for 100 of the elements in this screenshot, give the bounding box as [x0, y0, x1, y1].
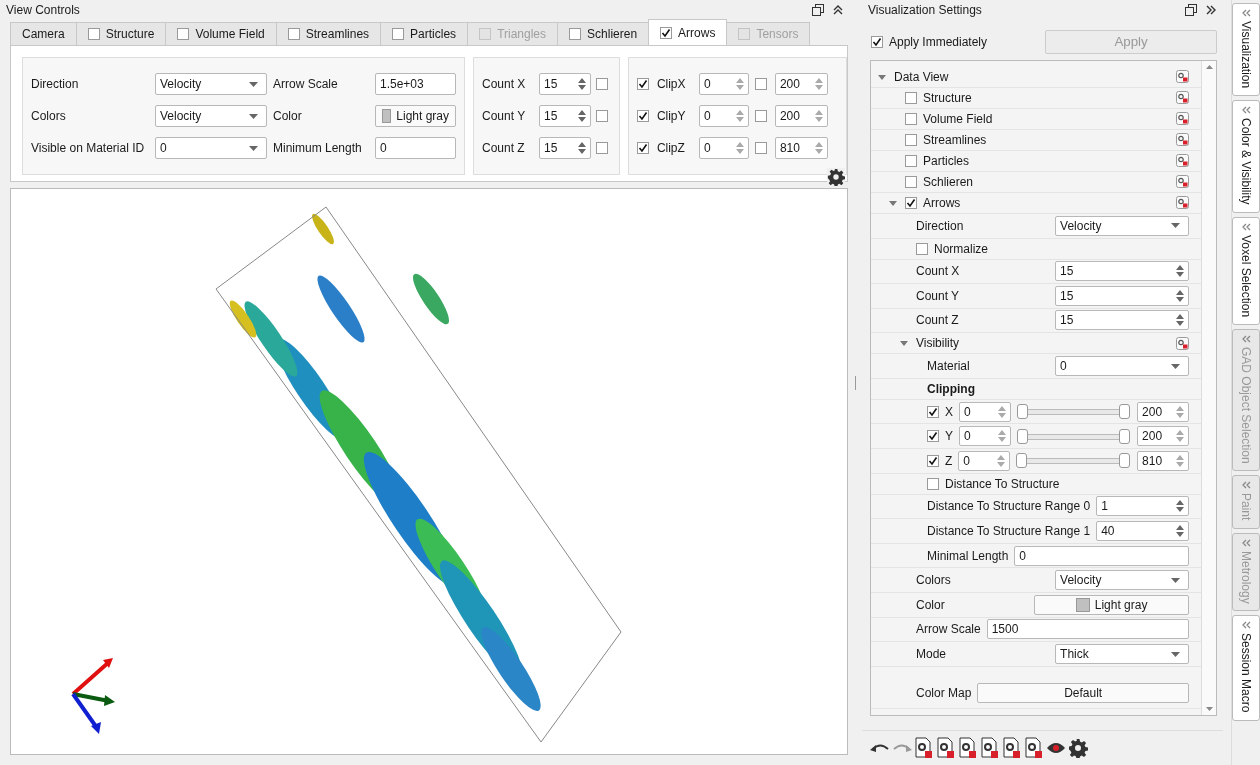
- checkbox[interactable]: [754, 110, 767, 122]
- checkbox[interactable]: [636, 142, 649, 154]
- page-badge-icon[interactable]: [1176, 70, 1190, 84]
- settings-file-icon[interactable]: [957, 737, 978, 759]
- checkbox[interactable]: [926, 477, 939, 490]
- scroll-down-icon[interactable]: [1205, 707, 1213, 711]
- dropdown[interactable]: Velocity: [155, 105, 267, 127]
- checkbox[interactable]: [904, 91, 917, 104]
- settings-icon[interactable]: [827, 168, 845, 186]
- dropdown[interactable]: Thick: [1055, 644, 1190, 664]
- side-tab[interactable]: Color & Visibility: [1232, 100, 1260, 213]
- checkbox[interactable]: [596, 110, 608, 122]
- number-field[interactable]: 15: [1055, 261, 1190, 282]
- side-tab[interactable]: Session Macro: [1232, 615, 1260, 721]
- side-tab[interactable]: Voxel Selection: [1232, 216, 1260, 325]
- eye-icon[interactable]: [1045, 741, 1066, 755]
- checkbox[interactable]: [754, 78, 767, 90]
- page-badge-icon[interactable]: [1176, 336, 1190, 350]
- spinner-icon[interactable]: [577, 108, 587, 124]
- number-field[interactable]: 15: [539, 137, 591, 159]
- number-field[interactable]: 0: [698, 73, 749, 95]
- checkbox[interactable]: [904, 154, 917, 167]
- splitter-handle[interactable]: [854, 375, 858, 390]
- settings-file-icon[interactable]: [1001, 737, 1022, 759]
- number-field[interactable]: 15: [1055, 285, 1190, 306]
- collapse-icon[interactable]: [832, 4, 844, 16]
- checkbox[interactable]: [870, 35, 883, 48]
- checkbox[interactable]: [926, 454, 939, 467]
- scroll-up-icon[interactable]: [1205, 64, 1213, 69]
- scrollbar[interactable]: [1201, 60, 1217, 715]
- number-field[interactable]: 810: [1137, 450, 1190, 471]
- settings-icon[interactable]: [1067, 738, 1088, 758]
- settings-file-icon[interactable]: [913, 737, 934, 759]
- number-field[interactable]: 1: [1096, 496, 1190, 517]
- page-badge-icon[interactable]: [1176, 133, 1190, 147]
- dropdown[interactable]: Velocity: [1055, 215, 1190, 236]
- number-field[interactable]: 15: [539, 73, 591, 95]
- float-icon[interactable]: [812, 4, 824, 16]
- color-button[interactable]: Light gray: [1034, 594, 1190, 615]
- number-field[interactable]: 15: [1055, 310, 1190, 331]
- undo-icon[interactable]: [869, 741, 890, 755]
- checkbox[interactable]: [926, 405, 939, 418]
- page-badge-icon[interactable]: [1176, 154, 1190, 168]
- dropdown[interactable]: Velocity: [1055, 570, 1190, 591]
- settings-file-icon[interactable]: [1023, 737, 1044, 759]
- tab[interactable]: Camera: [10, 22, 77, 45]
- text-field[interactable]: 1500: [986, 619, 1190, 640]
- page-badge-icon[interactable]: [1176, 175, 1190, 189]
- tab[interactable]: Particles: [380, 22, 469, 45]
- spinner-icon[interactable]: [577, 140, 587, 156]
- number-field[interactable]: 0: [698, 105, 749, 127]
- tab[interactable]: Streamlines: [275, 22, 382, 45]
- number-field[interactable]: 810: [774, 137, 828, 159]
- color-button[interactable]: Light gray: [375, 105, 456, 127]
- tab[interactable]: Arrows: [648, 19, 728, 45]
- tab[interactable]: Structure: [75, 22, 167, 45]
- checkbox[interactable]: [636, 110, 649, 122]
- number-field[interactable]: 200: [1137, 401, 1190, 422]
- number-field[interactable]: 0: [958, 450, 1011, 471]
- checkbox[interactable]: [904, 196, 917, 209]
- settings-file-icon[interactable]: [979, 737, 1000, 759]
- checkbox[interactable]: [926, 430, 939, 443]
- number-field[interactable]: 200: [774, 105, 828, 127]
- spinner-icon[interactable]: [577, 76, 587, 92]
- checkbox[interactable]: [87, 28, 100, 40]
- page-badge-icon[interactable]: [1176, 112, 1190, 126]
- checkbox[interactable]: [569, 28, 582, 40]
- number-field[interactable]: 200: [774, 73, 828, 95]
- checkbox[interactable]: [754, 142, 767, 154]
- number-field[interactable]: 40: [1096, 521, 1190, 542]
- checkbox[interactable]: [596, 142, 608, 154]
- checkbox[interactable]: [596, 78, 608, 90]
- number-field[interactable]: 15: [539, 105, 591, 127]
- page-badge-icon[interactable]: [1176, 91, 1190, 105]
- checkbox[interactable]: [636, 78, 649, 90]
- number-field[interactable]: 0: [698, 137, 749, 159]
- side-tab[interactable]: Visualization: [1232, 3, 1260, 97]
- text-field[interactable]: 1.5e+03: [375, 73, 456, 95]
- settings-file-icon[interactable]: [935, 737, 956, 759]
- dropdown[interactable]: Velocity: [155, 73, 267, 95]
- checkbox[interactable]: [904, 133, 917, 146]
- checkbox[interactable]: [660, 26, 673, 39]
- checkbox[interactable]: [915, 242, 928, 255]
- checkbox[interactable]: [177, 28, 190, 40]
- text-field[interactable]: 0: [1014, 545, 1190, 566]
- checkbox[interactable]: [904, 175, 917, 188]
- tab[interactable]: Volume Field: [165, 22, 277, 45]
- number-field[interactable]: 0: [959, 426, 1011, 447]
- tab[interactable]: Schlieren: [557, 22, 650, 45]
- checkbox[interactable]: [392, 28, 405, 40]
- checkbox[interactable]: [904, 112, 917, 125]
- dropdown[interactable]: 0: [155, 137, 267, 159]
- text-field[interactable]: 0: [375, 137, 456, 159]
- collapse-icon[interactable]: [1205, 3, 1218, 16]
- number-field[interactable]: 200: [1137, 426, 1190, 447]
- number-field[interactable]: 0: [959, 401, 1011, 422]
- dropdown[interactable]: 0: [1055, 356, 1190, 377]
- color-map-button[interactable]: Default: [977, 683, 1190, 704]
- checkbox[interactable]: [287, 28, 300, 40]
- page-badge-icon[interactable]: [1176, 196, 1190, 210]
